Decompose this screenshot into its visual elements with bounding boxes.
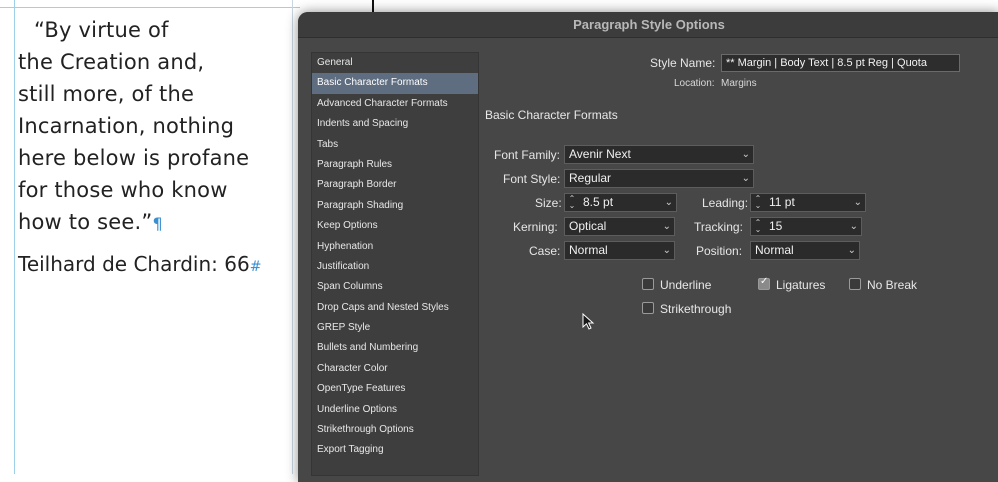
quote-line: Incarnation, nothing xyxy=(18,114,235,138)
mouse-pointer-icon xyxy=(582,313,595,330)
stepper-icon[interactable]: ⌃ ⌄ xyxy=(753,219,763,234)
chevron-down-icon: ⌄ xyxy=(662,221,671,232)
leading-combo[interactable]: ⌃ ⌄ 11 pt ⌄ xyxy=(750,193,866,212)
leading-value: 11 pt xyxy=(769,195,795,209)
sidebar-item-justification[interactable]: Justification xyxy=(312,257,478,277)
quote-line: for those who know xyxy=(18,178,228,202)
case-value: Normal xyxy=(569,243,608,257)
sidebar-item-indents-and-spacing[interactable]: Indents and Spacing xyxy=(312,114,478,134)
location-label: Location: xyxy=(674,78,715,89)
sidebar-item-tabs[interactable]: Tabs xyxy=(312,135,478,155)
checkbox-icon xyxy=(642,302,654,314)
no-break-label: No Break xyxy=(867,278,918,292)
paragraph-style-options-dialog: Paragraph Style Options General Basic Ch… xyxy=(298,12,998,482)
document-page: “By virtue of the Creation and, still mo… xyxy=(0,0,300,474)
case-select[interactable]: Normal ⌄ xyxy=(564,241,675,260)
position-label: Position: xyxy=(696,244,743,258)
options-sidebar: General Basic Character Formats Advanced… xyxy=(311,52,479,476)
leading-label: Leading: xyxy=(702,196,749,210)
style-name-field[interactable]: ** Margin | Body Text | 8.5 pt Reg | Quo… xyxy=(721,54,960,72)
font-family-select[interactable]: Avenir Next ⌄ xyxy=(564,145,754,164)
case-label: Case: xyxy=(529,244,561,258)
text-cursor-line xyxy=(372,0,374,12)
font-style-select[interactable]: Regular ⌄ xyxy=(564,169,754,188)
sidebar-item-grep-style[interactable]: GREP Style xyxy=(312,318,478,338)
options-content: Style Name: ** Margin | Body Text | 8.5 … xyxy=(484,37,998,482)
sidebar-item-export-tagging[interactable]: Export Tagging xyxy=(312,440,478,460)
size-label: Size: xyxy=(535,196,562,210)
quote-line: here below is profane xyxy=(18,146,250,170)
underline-checkbox[interactable]: Underline xyxy=(642,278,711,292)
chevron-down-icon: ⌄ xyxy=(664,197,673,208)
section-title: Basic Character Formats xyxy=(485,108,618,122)
font-family-label: Font Family: xyxy=(494,148,561,162)
quote-text-frame[interactable]: “By virtue of the Creation and, still mo… xyxy=(18,14,288,240)
chevron-down-icon: ⌄ xyxy=(853,197,862,208)
attribution-text[interactable]: Teilhard de Chardin: 66# xyxy=(18,252,261,276)
chevron-down-icon: ⌄ xyxy=(741,173,750,184)
tracking-value: 15 xyxy=(769,219,783,233)
size-value: 8.5 pt xyxy=(583,195,614,209)
checkbox-icon xyxy=(849,278,861,290)
strikethrough-label: Strikethrough xyxy=(660,302,732,316)
sidebar-item-drop-caps[interactable]: Drop Caps and Nested Styles xyxy=(312,298,478,318)
sidebar-item-bullets-numbering[interactable]: Bullets and Numbering xyxy=(312,338,478,358)
checkbox-checked-icon xyxy=(758,276,770,290)
kerning-label: Kerning: xyxy=(513,220,558,234)
position-select[interactable]: Normal ⌄ xyxy=(750,241,860,260)
tracking-combo[interactable]: ⌃ ⌄ 15 ⌄ xyxy=(750,217,862,236)
sidebar-item-opentype-features[interactable]: OpenType Features xyxy=(312,379,478,399)
margin-guide-right xyxy=(292,0,293,474)
checkbox-icon xyxy=(642,278,654,290)
sidebar-item-keep-options[interactable]: Keep Options xyxy=(312,216,478,236)
attribution-label: Teilhard de Chardin: 66 xyxy=(18,252,250,276)
sidebar-item-underline-options[interactable]: Underline Options xyxy=(312,400,478,420)
quote-line-last: how to see.”¶ xyxy=(18,206,288,240)
kerning-value: Optical xyxy=(569,219,607,233)
sidebar-item-paragraph-border[interactable]: Paragraph Border xyxy=(312,175,478,195)
style-name-label: Style Name: xyxy=(650,56,716,70)
strikethrough-checkbox[interactable]: Strikethrough xyxy=(642,302,731,316)
sidebar-item-hyphenation[interactable]: Hyphenation xyxy=(312,237,478,257)
chevron-down-icon: ⌄ xyxy=(847,245,856,256)
tracking-label: Tracking: xyxy=(694,220,743,234)
quote-line: the Creation and, xyxy=(18,50,205,74)
font-family-value: Avenir Next xyxy=(569,147,631,161)
sidebar-item-advanced-character-formats[interactable]: Advanced Character Formats xyxy=(312,94,478,114)
margin-guide-left xyxy=(14,0,15,474)
font-style-label: Font Style: xyxy=(503,172,561,186)
dialog-title: Paragraph Style Options xyxy=(298,12,998,38)
pilcrow-icon: ¶ xyxy=(152,214,163,233)
quote-line: still more, of the xyxy=(18,82,195,106)
chevron-down-icon: ⌄ xyxy=(741,149,750,160)
stepper-icon[interactable]: ⌃ ⌄ xyxy=(567,195,577,210)
chevron-down-icon: ⌄ xyxy=(662,245,671,256)
ligatures-checkbox[interactable]: Ligatures xyxy=(758,276,826,292)
underline-label: Underline xyxy=(660,278,712,292)
ligatures-label: Ligatures xyxy=(776,278,826,292)
sidebar-item-strikethrough-options[interactable]: Strikethrough Options xyxy=(312,420,478,440)
sidebar-item-basic-character-formats[interactable]: Basic Character Formats xyxy=(312,73,478,94)
kerning-select[interactable]: Optical ⌄ xyxy=(564,217,675,236)
sidebar-item-paragraph-rules[interactable]: Paragraph Rules xyxy=(312,155,478,175)
quote-line-text: how to see.” xyxy=(18,210,153,234)
size-combo[interactable]: ⌃ ⌄ 8.5 pt ⌄ xyxy=(564,193,677,212)
sidebar-item-general[interactable]: General xyxy=(312,53,478,73)
stepper-icon[interactable]: ⌃ ⌄ xyxy=(753,195,763,210)
sidebar-item-character-color[interactable]: Character Color xyxy=(312,359,478,379)
position-value: Normal xyxy=(755,243,794,257)
sidebar-item-paragraph-shading[interactable]: Paragraph Shading xyxy=(312,196,478,216)
font-style-value: Regular xyxy=(569,171,612,185)
location-value: Margins xyxy=(721,78,757,89)
margin-guide-horizontal xyxy=(0,7,300,8)
chevron-down-icon: ⌄ xyxy=(849,221,858,232)
quote-line: “By virtue of xyxy=(34,18,169,42)
no-break-checkbox[interactable]: No Break xyxy=(849,278,917,292)
sidebar-item-span-columns[interactable]: Span Columns xyxy=(312,277,478,297)
end-of-story-icon: # xyxy=(249,259,262,275)
